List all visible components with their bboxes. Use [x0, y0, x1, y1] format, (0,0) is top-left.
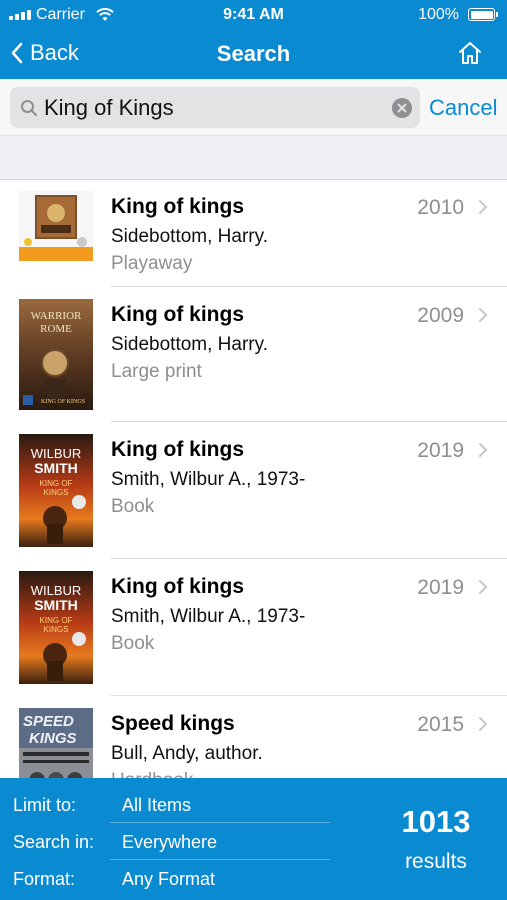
list-item[interactable]: WILBUR SMITH KING OF KINGS King of kings… [0, 422, 507, 559]
result-year: 2019 [417, 439, 464, 462]
cover-text: KINGS [44, 488, 69, 497]
cover-text: KINGS [29, 730, 77, 747]
filter-search-in[interactable]: Search in: Everywhere [0, 823, 340, 860]
cover-image: WILBUR SMITH KING OF KINGS [19, 434, 93, 547]
filter-panel: Limit to: All Items Search in: Everywher… [0, 778, 507, 900]
filter-label: Search in: [13, 832, 95, 852]
result-title: King of kings [111, 575, 244, 598]
back-button[interactable]: Back [10, 40, 79, 66]
cover-image [19, 191, 93, 261]
result-format: Playaway [111, 253, 193, 274]
status-bar: Carrier 9:41 AM 100% [0, 0, 507, 30]
filter-label: Format: [13, 869, 76, 889]
cover-text: KING OF [40, 479, 73, 488]
back-label: Back [30, 40, 79, 65]
filter-value: Any Format [122, 869, 216, 889]
result-format: Book [111, 633, 155, 654]
cover-image: SPEED KINGS [19, 708, 93, 778]
cover-text: SPEED [23, 713, 74, 730]
list-item[interactable]: King of kings Sidebottom, Harry. Playawa… [0, 180, 507, 287]
cover-text: WILBUR [31, 446, 82, 461]
cover-text: SMITH [34, 460, 78, 476]
cover-text: SMITH [34, 597, 78, 613]
cover-text: ROME [40, 323, 72, 335]
result-title: King of kings [111, 195, 244, 218]
search-box[interactable] [10, 87, 420, 128]
result-author: Smith, Wilbur A., 1973- [111, 469, 306, 490]
section-spacer [0, 136, 507, 180]
battery-icon [468, 8, 498, 21]
list-item[interactable]: WILBUR SMITH KING OF KINGS King of kings… [0, 559, 507, 696]
battery-percent: 100% [418, 6, 459, 23]
result-author: Sidebottom, Harry. [111, 334, 268, 355]
result-count-label: results [405, 850, 467, 873]
cancel-button[interactable]: Cancel [429, 95, 497, 121]
result-format: Book [111, 496, 155, 517]
chevron-left-icon [11, 42, 23, 64]
result-year: 2010 [417, 196, 464, 219]
home-icon[interactable] [457, 40, 483, 66]
result-author: Sidebottom, Harry. [111, 226, 268, 247]
search-input[interactable] [44, 87, 384, 128]
result-year: 2009 [417, 304, 464, 327]
result-title: King of kings [111, 303, 244, 326]
result-title: King of kings [111, 438, 244, 461]
chevron-right-icon [479, 200, 488, 214]
list-item[interactable]: WARRIOR ROME KING OF KINGS King of kings… [0, 287, 507, 422]
chevron-right-icon [479, 308, 488, 322]
chevron-right-icon [479, 717, 488, 731]
filter-value: Everywhere [122, 832, 218, 852]
cover-text: WILBUR [31, 583, 82, 598]
chevron-right-icon [479, 443, 488, 457]
search-bar: Cancel [0, 79, 507, 136]
chevron-right-icon [479, 580, 488, 594]
result-author: Bull, Andy, author. [111, 743, 263, 764]
results-list[interactable]: King of kings Sidebottom, Harry. Playawa… [0, 180, 507, 778]
result-author: Smith, Wilbur A., 1973- [111, 606, 306, 627]
filter-value: All Items [122, 795, 192, 815]
cover-image: WILBUR SMITH KING OF KINGS [19, 571, 93, 684]
filter-limit-to[interactable]: Limit to: All Items [0, 786, 340, 823]
cover-text: WARRIOR [31, 310, 82, 322]
close-icon [397, 103, 407, 113]
result-format: Large print [111, 361, 202, 382]
filter-format[interactable]: Format: Any Format [0, 860, 340, 897]
result-format: Hardbook [111, 770, 193, 778]
top-bar: Carrier 9:41 AM 100% Back Search [0, 0, 507, 79]
cover-text: KING OF KINGS [41, 399, 85, 405]
cover-text: KING OF [40, 616, 73, 625]
result-count: 1013 [401, 804, 471, 839]
search-icon [21, 100, 37, 116]
result-title: Speed kings [111, 712, 235, 735]
result-year: 2019 [417, 576, 464, 599]
result-year: 2015 [417, 713, 464, 736]
cover-image: WARRIOR ROME KING OF KINGS [19, 299, 93, 410]
filter-label: Limit to: [13, 795, 77, 815]
cover-text: KINGS [44, 625, 69, 634]
navigation-bar: Back Search [0, 30, 507, 79]
list-item[interactable]: SPEED KINGS Speed kings Bull, Andy, auth… [0, 696, 507, 778]
clear-search-button[interactable] [392, 98, 412, 118]
